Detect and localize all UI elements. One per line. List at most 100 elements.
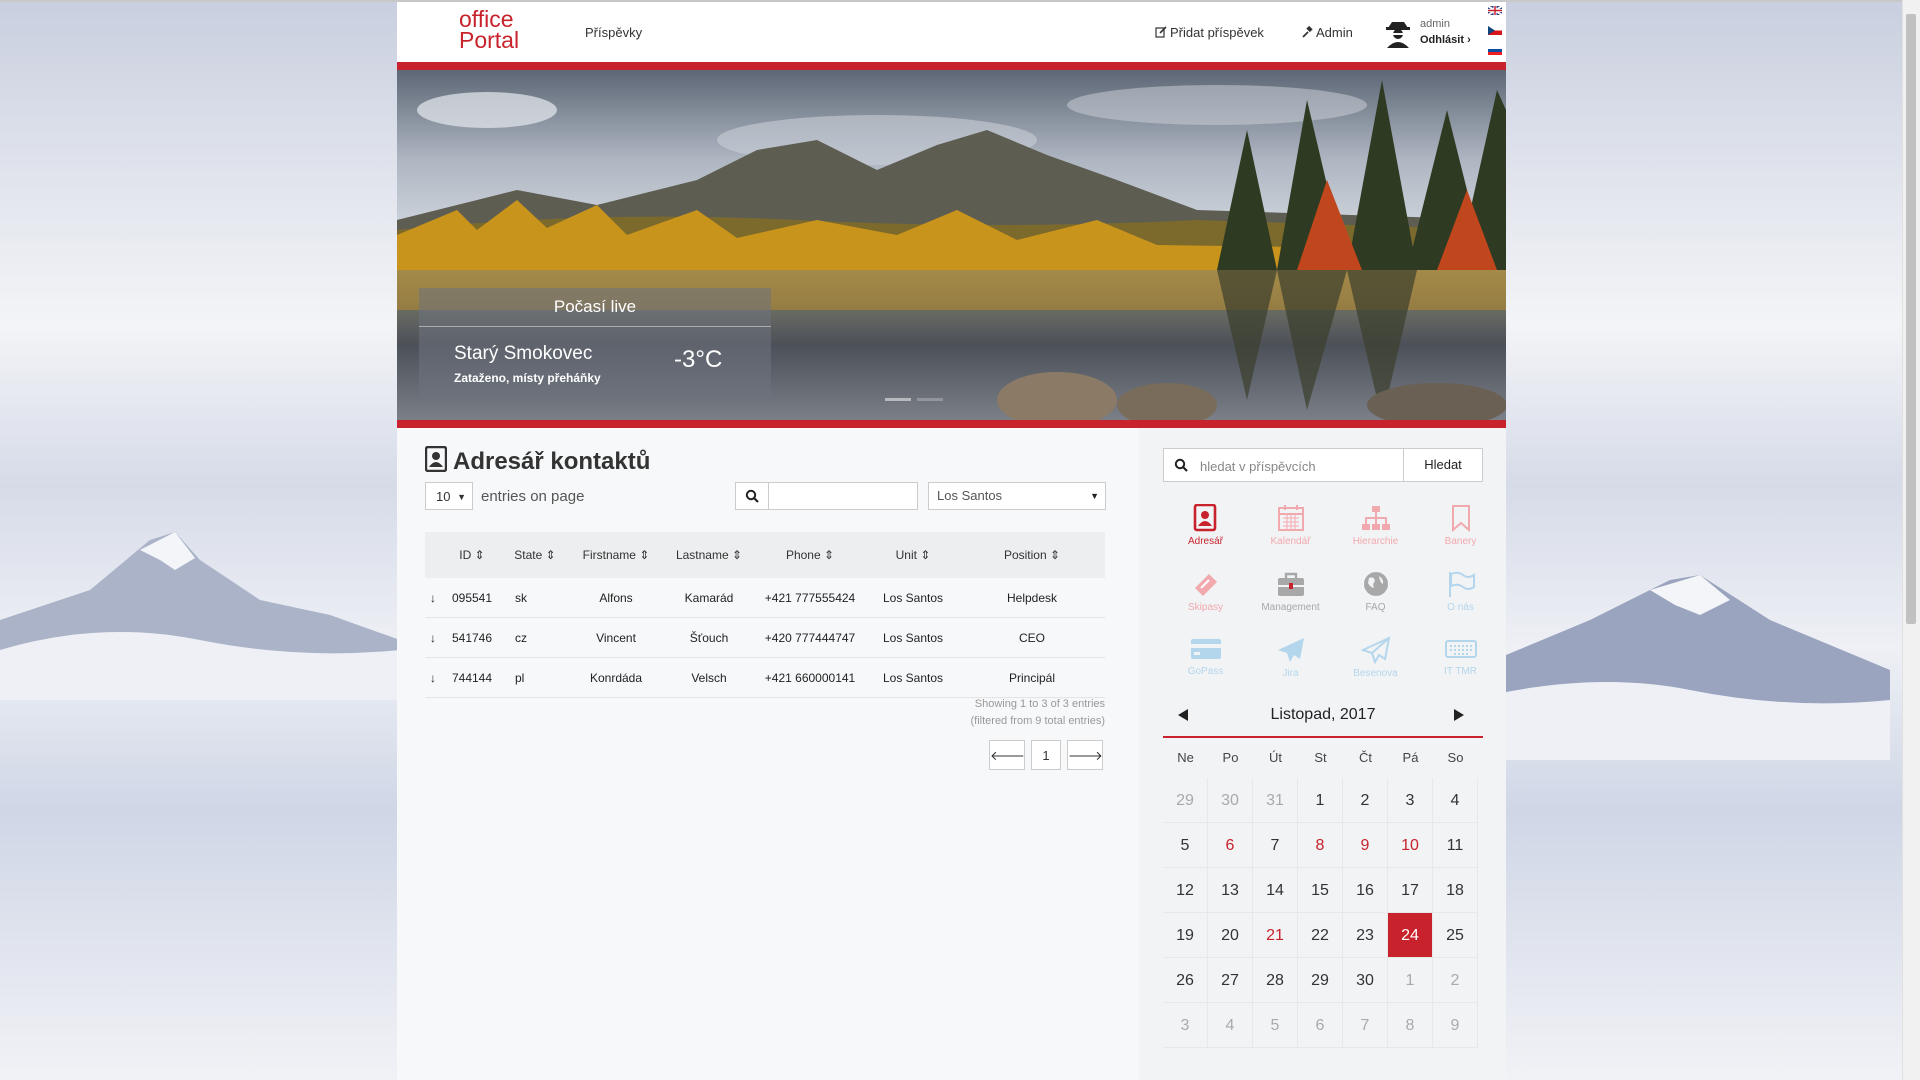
column-header-state[interactable]: State ⇕ <box>503 532 567 578</box>
flag-cz-icon[interactable] <box>1488 26 1502 35</box>
calendar-day[interactable]: 26 <box>1163 958 1208 1003</box>
logout-link[interactable]: Odhlásit › <box>1420 34 1471 46</box>
calendar-day[interactable]: 12 <box>1163 868 1208 913</box>
admin-link[interactable]: Admin <box>1301 25 1353 40</box>
table-row[interactable]: ↓ 541746 cz Vincent Šťouch +420 77744474… <box>425 617 1105 658</box>
carousel-dot[interactable] <box>917 398 943 401</box>
app-skipasses[interactable]: Skipasy <box>1163 570 1248 630</box>
carousel-dot[interactable] <box>885 398 911 401</box>
page-number-button[interactable]: 1 <box>1031 740 1061 770</box>
calendar-day[interactable]: 14 <box>1253 868 1298 913</box>
post-search-input[interactable]: hledat v příspěvcích <box>1200 459 1316 474</box>
calendar-day[interactable]: 4 <box>1208 1003 1253 1048</box>
add-post-link[interactable]: Přidat příspěvek <box>1155 25 1264 40</box>
paper-plane-icon <box>1277 638 1304 662</box>
user-avatar-icon[interactable] <box>1385 18 1411 48</box>
calendar-day[interactable]: 30 <box>1208 778 1253 823</box>
app-jira[interactable]: Jira <box>1248 636 1333 696</box>
column-header-id[interactable]: ID ⇕ <box>441 532 503 578</box>
scrollbar-thumb[interactable] <box>1906 14 1916 624</box>
calendar-day[interactable]: 4 <box>1433 778 1478 823</box>
arrow-down-icon[interactable]: ↓ <box>425 617 441 658</box>
calendar-day[interactable]: 31 <box>1253 778 1298 823</box>
calendar-day[interactable]: 29 <box>1163 778 1208 823</box>
app-besenova[interactable]: Besenova <box>1333 636 1418 696</box>
column-header-phone[interactable]: Phone ⇕ <box>753 532 867 578</box>
calendar-day[interactable]: 9 <box>1343 823 1388 868</box>
app-address-book[interactable]: Adresář <box>1163 504 1248 564</box>
arrow-down-icon[interactable]: ↓ <box>425 657 441 698</box>
calendar-day[interactable]: 24 <box>1388 913 1433 958</box>
flag-en-icon[interactable] <box>1487 5 1503 16</box>
calendar-day[interactable]: 25 <box>1433 913 1478 958</box>
column-header-firstname[interactable]: Firstname ⇕ <box>567 532 665 578</box>
nav-posts-link[interactable]: Příspěvky <box>585 25 642 40</box>
gavel-icon <box>1302 25 1313 38</box>
post-search-button[interactable]: Hledat <box>1403 449 1482 481</box>
calendar-day[interactable]: 19 <box>1163 913 1208 958</box>
column-header-unit[interactable]: Unit ⇕ <box>867 532 959 578</box>
cell-lastname: Šťouch <box>665 617 753 658</box>
table-row[interactable]: ↓ 744144 pl Konrdáda Velsch +421 6600001… <box>425 657 1105 698</box>
calendar-day[interactable]: 1 <box>1388 958 1433 1003</box>
calendar-day[interactable]: 23 <box>1343 913 1388 958</box>
page-length-select[interactable]: 10 ▼ <box>425 482 473 510</box>
page-scrollbar[interactable] <box>1902 0 1920 1080</box>
calendar-day[interactable]: 1 <box>1298 778 1343 823</box>
calendar-day[interactable]: 27 <box>1208 958 1253 1003</box>
cell-unit: Los Santos <box>867 657 959 698</box>
calendar-day[interactable]: 7 <box>1343 1003 1388 1048</box>
calendar-day[interactable]: 6 <box>1208 823 1253 868</box>
office-portal-logo[interactable]: office Portal <box>459 8 523 52</box>
calendar-day[interactable]: 10 <box>1388 823 1433 868</box>
calendar-day[interactable]: 7 <box>1253 823 1298 868</box>
app-about-us[interactable]: O nás <box>1418 570 1503 630</box>
weekday-label: Čt <box>1359 750 1372 765</box>
calendar-month: Listopad, 2017 <box>1270 706 1376 723</box>
column-header-label: Unit <box>895 548 917 562</box>
app-gopass[interactable]: GoPass <box>1163 636 1248 696</box>
column-header-label: Lastname <box>675 548 729 562</box>
app-faq[interactable]: FAQ <box>1333 570 1418 630</box>
calendar-day[interactable]: 17 <box>1388 868 1433 913</box>
calendar-day[interactable]: 5 <box>1163 823 1208 868</box>
next-page-button[interactable]: 🡒 <box>1067 740 1103 770</box>
previous-page-button[interactable]: 🡐 <box>989 740 1025 770</box>
app-banners[interactable]: Banery <box>1418 504 1503 564</box>
calendar-day[interactable]: 16 <box>1343 868 1388 913</box>
app-it-tmr[interactable]: IT TMR <box>1418 636 1503 696</box>
calendar-day[interactable]: 30 <box>1343 958 1388 1003</box>
calendar-day[interactable]: 18 <box>1433 868 1478 913</box>
calendar-day[interactable]: 8 <box>1388 1003 1433 1048</box>
table-row[interactable]: ↓ 095541 sk Alfons Kamarád +421 77755542… <box>425 578 1105 618</box>
calendar-day[interactable]: 20 <box>1208 913 1253 958</box>
calendar-day[interactable]: 22 <box>1298 913 1343 958</box>
calendar-day[interactable]: 9 <box>1433 1003 1478 1048</box>
calendar-day[interactable]: 5 <box>1253 1003 1298 1048</box>
calendar-day[interactable]: 13 <box>1208 868 1253 913</box>
calendar-day[interactable]: 3 <box>1388 778 1433 823</box>
calendar-day[interactable]: 28 <box>1253 958 1298 1003</box>
calendar-day[interactable]: 11 <box>1433 823 1478 868</box>
caret-right-icon[interactable] <box>1453 708 1465 722</box>
app-calendar[interactable]: Kalendář <box>1248 504 1333 564</box>
table-search-button[interactable] <box>735 482 769 510</box>
carousel-indicators <box>885 388 949 406</box>
app-management[interactable]: Management <box>1248 570 1333 630</box>
calendar-day[interactable]: 2 <box>1343 778 1388 823</box>
table-search-input[interactable] <box>768 482 918 510</box>
flag-sk-icon[interactable] <box>1488 46 1502 55</box>
page-title-text: Adresář kontaktů <box>453 448 651 475</box>
calendar-day[interactable]: 2 <box>1433 958 1478 1003</box>
arrow-down-icon[interactable]: ↓ <box>425 578 441 618</box>
calendar-day[interactable]: 15 <box>1298 868 1343 913</box>
calendar-day[interactable]: 29 <box>1298 958 1343 1003</box>
column-header-position[interactable]: Position ⇕ <box>959 532 1105 578</box>
column-header-lastname[interactable]: Lastname ⇕ <box>665 532 753 578</box>
unit-filter-select[interactable]: Los Santos ▼ <box>928 482 1106 510</box>
calendar-day[interactable]: 3 <box>1163 1003 1208 1048</box>
calendar-day[interactable]: 6 <box>1298 1003 1343 1048</box>
calendar-day[interactable]: 8 <box>1298 823 1343 868</box>
app-hierarchy[interactable]: Hierarchie <box>1333 504 1418 564</box>
calendar-day[interactable]: 21 <box>1253 913 1298 958</box>
